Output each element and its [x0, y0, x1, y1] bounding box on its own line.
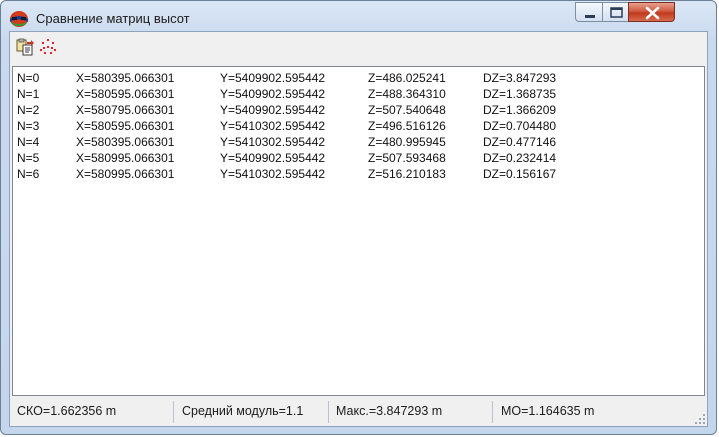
status-bar: СКО=1.662356 m Средний модуль=1.1 Макс.=… [10, 398, 707, 426]
row-n: N=4 [17, 135, 40, 149]
row-y: Y=5410302.595442 [220, 167, 326, 181]
row-n: N=0 [17, 71, 40, 85]
window-title: Сравнение матриц высот [36, 11, 190, 26]
window: Сравнение матриц высот N=0 X=580395.0663… [0, 0, 717, 435]
row-dz: DZ=1.366209 [483, 103, 557, 117]
row-z: Z=507.540648 [368, 103, 446, 117]
status-sko: СКО=1.662356 m [14, 401, 174, 423]
row-y: Y=5410302.595442 [220, 135, 326, 149]
row-z: Z=488.364310 [368, 87, 446, 101]
close-icon [645, 6, 660, 20]
points-icon[interactable] [39, 38, 57, 56]
copy-to-clipboard-icon[interactable] [16, 38, 34, 56]
row-dz: DZ=3.847293 [483, 71, 557, 85]
row-n: N=3 [17, 119, 40, 133]
row-y: Y=5409902.595442 [220, 103, 326, 117]
row-x: X=580395.066301 [76, 135, 175, 149]
row-dz: DZ=0.477146 [483, 135, 557, 149]
maximize-icon [610, 7, 623, 18]
minimize-button[interactable] [575, 2, 603, 22]
row-x: X=580595.066301 [76, 87, 175, 101]
row-z: Z=516.210183 [368, 167, 446, 181]
close-button[interactable] [628, 2, 675, 22]
status-mean-abs: Средний модуль=1.1 [179, 401, 329, 423]
resize-grip-icon[interactable] [695, 414, 705, 424]
row-x: X=580995.066301 [76, 151, 175, 165]
row-y: Y=5409902.595442 [220, 87, 326, 101]
minimize-icon [585, 15, 595, 18]
row-z: Z=496.516126 [368, 119, 446, 133]
row-z: Z=480.995945 [368, 135, 446, 149]
row-dz: DZ=0.232414 [483, 151, 557, 165]
maximize-button[interactable] [602, 2, 629, 22]
status-max: Макс.=3.847293 m [333, 401, 493, 423]
row-x: X=580995.066301 [76, 167, 175, 181]
toolbar [10, 32, 707, 62]
row-n: N=1 [17, 87, 40, 101]
row-y: Y=5410302.595442 [220, 119, 326, 133]
results-list[interactable]: N=0 X=580395.066301 Y=5409902.595442 Z=486.… [12, 66, 705, 396]
row-x: X=580795.066301 [76, 103, 175, 117]
row-x: X=580595.066301 [76, 119, 175, 133]
row-n: N=5 [17, 151, 40, 165]
client-area: N=0 X=580395.066301 Y=5409902.595442 Z=486.… [9, 31, 708, 427]
row-dz: DZ=0.704480 [483, 119, 557, 133]
row-z: Z=486.025241 [368, 71, 446, 85]
row-y: Y=5409902.595442 [220, 151, 326, 165]
app-icon [10, 11, 28, 27]
row-n: N=6 [17, 167, 40, 181]
status-mo: МО=1.164635 m [501, 404, 595, 418]
row-n: N=2 [17, 103, 40, 117]
row-z: Z=507.593468 [368, 151, 446, 165]
row-dz: DZ=0.156167 [483, 167, 557, 181]
row-y: Y=5409902.595442 [220, 71, 326, 85]
row-dz: DZ=1.368735 [483, 87, 557, 101]
row-x: X=580395.066301 [76, 71, 175, 85]
